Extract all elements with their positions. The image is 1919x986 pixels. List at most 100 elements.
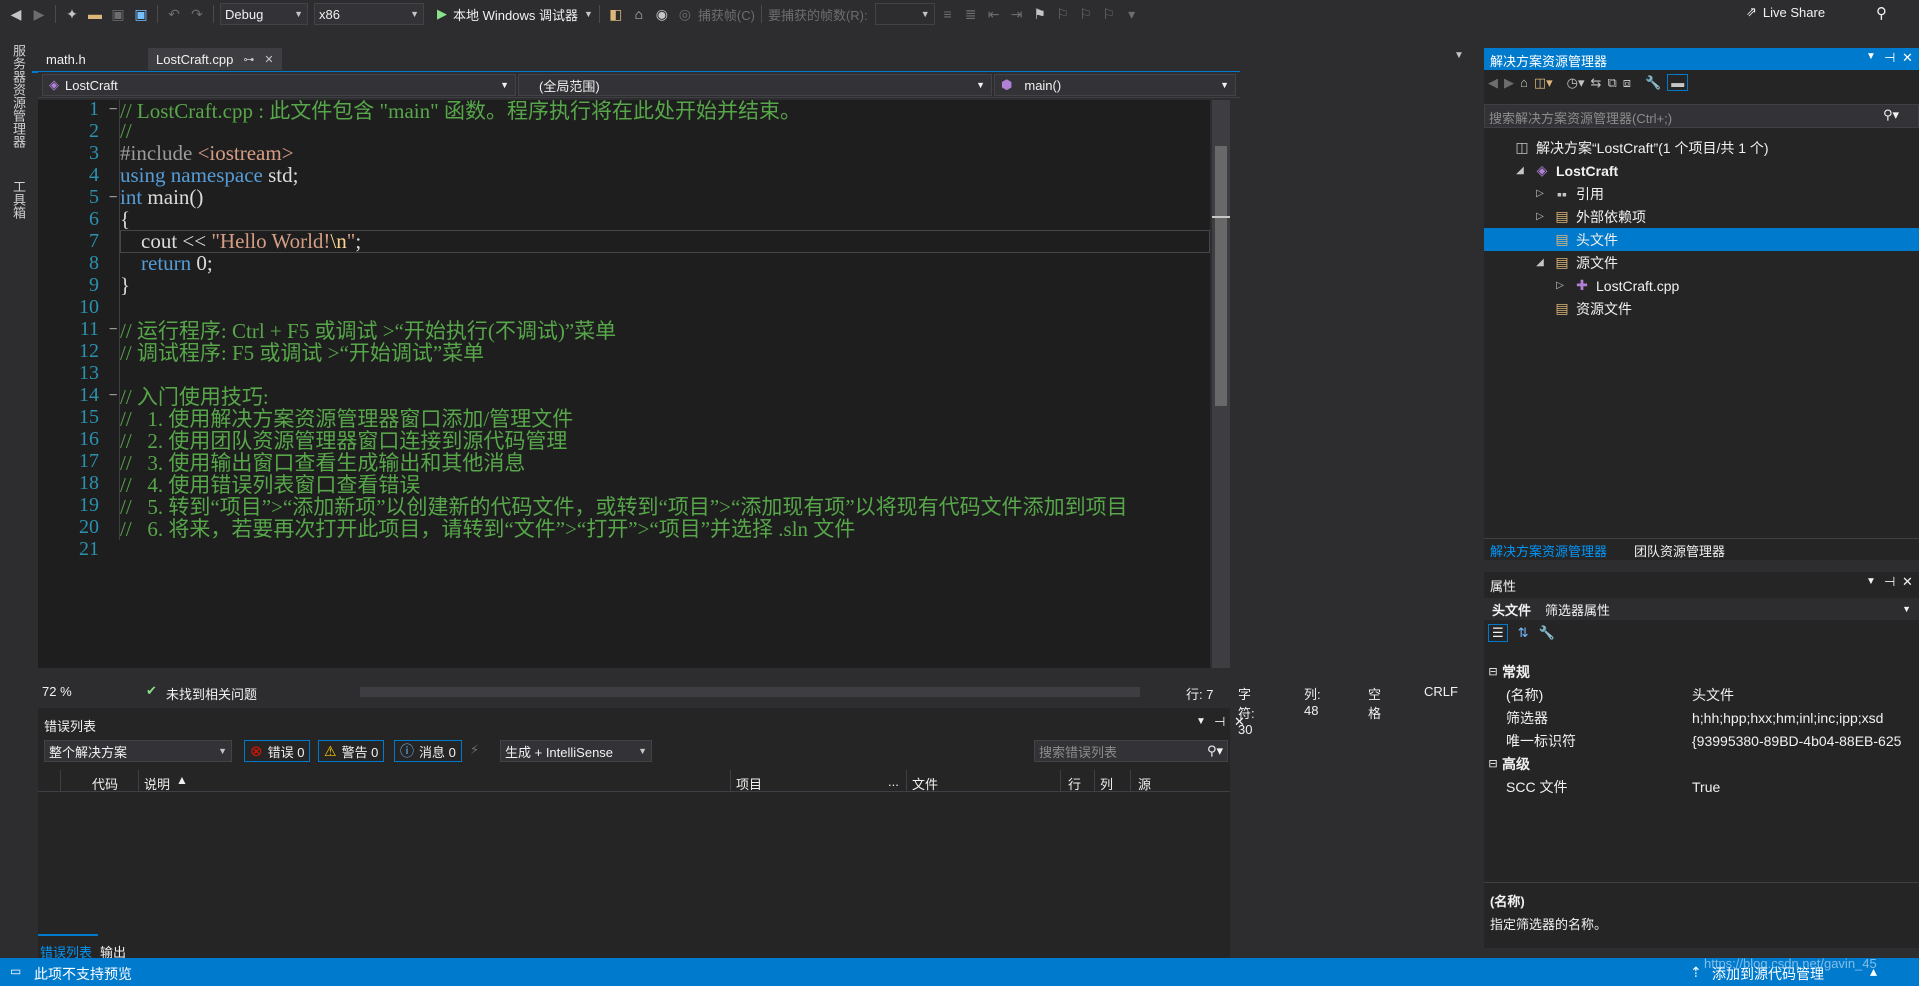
config-select[interactable]: Debug ▼ xyxy=(220,3,308,25)
pin-icon[interactable]: ⊣ xyxy=(1884,574,1895,590)
uncomment-icon[interactable]: ≣ xyxy=(961,4,981,24)
outdent-icon[interactable]: ⇤ xyxy=(984,4,1004,24)
collapse-all-icon[interactable]: ⧉ xyxy=(1607,75,1616,91)
browser-icon[interactable]: ⌂ xyxy=(629,4,649,24)
save-icon[interactable]: ▣ xyxy=(108,4,128,24)
member-select[interactable]: ⬢ main() ▼ xyxy=(994,74,1236,96)
tree-item[interactable]: ▤ 资源文件 xyxy=(1484,297,1919,320)
chevron-down-icon[interactable]: ▼ xyxy=(1196,716,1206,727)
back-icon[interactable]: ◀ xyxy=(6,4,26,24)
scope-filter-select[interactable]: 整个解决方案 ▼ xyxy=(44,740,232,762)
indent-icon[interactable]: ⇥ xyxy=(1007,4,1027,24)
expander-icon[interactable]: ◢ xyxy=(1532,257,1548,268)
fold-toggle-icon[interactable]: − xyxy=(109,189,119,205)
undo-icon[interactable]: ↶ xyxy=(164,4,184,24)
live-share-button[interactable]: ⇗ Live Share xyxy=(1746,4,1825,20)
next-bookmark-icon[interactable]: ⚐ xyxy=(1076,4,1096,24)
show-all-files-icon[interactable]: ⧈ xyxy=(1623,75,1631,91)
whitespace-indicator[interactable]: 空格 xyxy=(1368,684,1381,722)
platform-select[interactable]: x86 ▼ xyxy=(314,3,424,25)
tab-team-explorer[interactable]: 团队资源管理器 xyxy=(1634,541,1725,560)
toolbox-tab[interactable]: 工具箱 xyxy=(9,180,28,219)
tree-item[interactable]: ◢ ▤ 源文件 xyxy=(1484,251,1919,274)
tab-error-list[interactable]: 错误列表 xyxy=(38,934,98,960)
alphabetical-icon[interactable]: ⇅ xyxy=(1518,625,1529,641)
tree-item[interactable]: ◫ 解决方案“LostCraft”(1 个项目/共 1 个) xyxy=(1484,136,1919,159)
property-row[interactable]: 唯一标识符 {93995380-89BD-4b04-88EB-625 xyxy=(1484,729,1919,752)
column-line[interactable]: 行 xyxy=(1068,774,1081,793)
tree-item[interactable]: ▷ ✚ LostCraft.cpp xyxy=(1484,274,1919,297)
property-row[interactable]: 筛选器 h;hh;hpp;hxx;hm;inl;inc;ipp;xsd xyxy=(1484,706,1919,729)
property-value[interactable]: 头文件 xyxy=(1692,685,1917,705)
tree-item[interactable]: ▤ 头文件 xyxy=(1484,228,1919,251)
bookmark-icon[interactable]: ⚑ xyxy=(1030,4,1050,24)
save-all-icon[interactable]: ▣ xyxy=(131,4,151,24)
expander-icon[interactable]: ▷ xyxy=(1532,188,1548,199)
project-select[interactable]: ◈ LostCraft ▼ xyxy=(42,74,516,96)
code-line[interactable]: 21 xyxy=(38,536,1210,563)
new-item-icon[interactable]: ✦ xyxy=(62,4,82,24)
pin-icon[interactable]: ⊣ xyxy=(1214,714,1225,730)
tab-lostcraft-cpp[interactable]: LostCraft.cpp ⊶ ✕ xyxy=(148,48,282,70)
prev-bookmark-icon[interactable]: ⚐ xyxy=(1053,4,1073,24)
code-editor[interactable]: 1// LostCraft.cpp : 此文件包含 "main" 函数。程序执行… xyxy=(38,98,1210,668)
switch-views-icon[interactable]: ◫▾ xyxy=(1534,75,1553,91)
editor-vertical-scrollbar[interactable] xyxy=(1212,100,1230,668)
frames-input[interactable]: ▼ xyxy=(874,3,935,25)
scrollbar-thumb[interactable] xyxy=(1215,146,1227,406)
errors-filter-button[interactable]: ⊗ 错误 0 xyxy=(244,740,311,762)
property-value[interactable]: True xyxy=(1692,779,1917,795)
home-icon[interactable]: ⌂ xyxy=(1520,75,1528,90)
server-explorer-tab[interactable]: 服务器资源管理器 xyxy=(9,44,28,148)
toolbar-options-icon[interactable]: ▾ xyxy=(1122,4,1142,24)
error-search-input[interactable]: 搜索错误列表 ⚲▾ xyxy=(1034,740,1228,762)
category-advanced[interactable]: ⊟ 高级 xyxy=(1484,752,1919,775)
property-pages-icon[interactable]: 🔧 xyxy=(1539,625,1555,641)
solution-search-input[interactable]: 搜索解决方案资源管理器(Ctrl+;) ⚲▾ xyxy=(1484,104,1919,128)
messages-filter-button[interactable]: ⓘ 消息 0 xyxy=(394,740,462,762)
property-row[interactable]: SCC 文件 True xyxy=(1484,775,1919,798)
column-source[interactable]: 源 xyxy=(1138,774,1151,793)
property-value[interactable]: h;hh;hpp;hxx;hm;inl;inc;ipp;xsd xyxy=(1692,710,1917,726)
chevron-down-icon[interactable]: ▼ xyxy=(1866,51,1876,62)
preview-selected-icon[interactable]: ▬ xyxy=(1667,74,1689,91)
expander-icon[interactable]: ▷ xyxy=(1552,280,1568,291)
column-description[interactable]: 说明 xyxy=(144,774,170,793)
close-icon[interactable]: ✕ xyxy=(1902,50,1913,66)
forward-icon[interactable]: ▶ xyxy=(1504,75,1514,91)
fold-toggle-icon[interactable]: − xyxy=(109,387,119,403)
column-col[interactable]: 列 xyxy=(1100,774,1113,793)
close-icon[interactable]: ✕ xyxy=(1234,714,1245,730)
tree-item[interactable]: ◢ ◈ LostCraft xyxy=(1484,159,1919,182)
chevron-down-icon[interactable]: ▼ xyxy=(1866,576,1876,587)
expander-icon[interactable]: ▷ xyxy=(1532,211,1548,222)
column-more[interactable]: ... xyxy=(888,774,899,789)
tab-solution-explorer[interactable]: 解决方案资源管理器 xyxy=(1490,541,1607,560)
property-value[interactable]: {93995380-89BD-4b04-88EB-625 xyxy=(1692,733,1917,749)
comment-icon[interactable]: ≡ xyxy=(938,4,958,24)
close-icon[interactable]: ✕ xyxy=(1902,574,1913,590)
properties-object-select[interactable]: 头文件 筛选器属性 ▼ xyxy=(1484,598,1919,620)
run-debugger-button[interactable]: ▶ 本地 Windows 调试器 ▼ xyxy=(437,5,593,24)
clear-bookmarks-icon[interactable]: ⚐ xyxy=(1099,4,1119,24)
tab-math-h[interactable]: math.h xyxy=(38,48,94,70)
category-general[interactable]: ⊟ 常规 xyxy=(1484,660,1919,683)
issues-status[interactable]: 未找到相关问题 xyxy=(166,684,257,703)
pin-icon[interactable]: ⊣ xyxy=(1884,50,1895,66)
scope-select[interactable]: (全局范围) ▼ xyxy=(518,74,992,96)
close-icon[interactable]: ✕ xyxy=(264,53,273,66)
property-row[interactable]: (名称) 头文件 xyxy=(1484,683,1919,706)
filter-icon[interactable]: ⚡ xyxy=(470,742,479,758)
tree-item[interactable]: ▷ ▤ 外部依赖项 xyxy=(1484,205,1919,228)
column-project[interactable]: 项目 xyxy=(736,774,762,793)
warnings-filter-button[interactable]: ⚠ 警告 0 xyxy=(318,740,385,762)
pending-changes-icon[interactable]: ◷▾ xyxy=(1567,75,1585,91)
fold-toggle-icon[interactable]: − xyxy=(109,321,119,337)
properties-icon[interactable]: 🔧 xyxy=(1645,75,1661,91)
camera-icon[interactable]: ◉ xyxy=(652,4,672,24)
redo-icon[interactable]: ↷ xyxy=(187,4,207,24)
feedback-icon[interactable]: ⚲ xyxy=(1876,4,1887,22)
pin-icon[interactable]: ⊶ xyxy=(243,53,254,66)
column-code[interactable]: 代码 xyxy=(92,774,118,793)
horizontal-scrollbar[interactable] xyxy=(360,687,1140,697)
